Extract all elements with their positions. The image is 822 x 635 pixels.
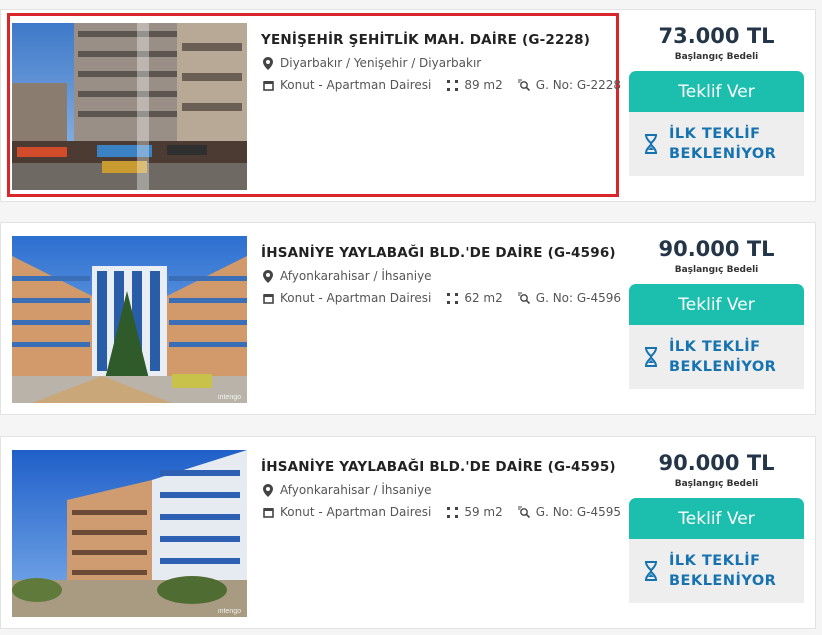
category-text: Konut - Apartman Dairesi	[280, 505, 432, 519]
hourglass-icon	[645, 561, 657, 581]
location-text: Afyonkarahisar / İhsaniye	[280, 483, 432, 497]
status-line1: İLK TEKLİF	[669, 126, 761, 142]
price-value: 90.000 TL	[658, 237, 775, 261]
search-doc-icon	[517, 291, 531, 305]
status-box: İLK TEKLİF BEKLENİYOR	[629, 539, 804, 603]
status-line2: BEKLENİYOR	[669, 146, 777, 162]
status-line1: İLK TEKLİF	[669, 339, 761, 355]
location-pin-icon	[261, 483, 275, 497]
listing-number: G. No: G-2228	[535, 78, 622, 92]
building-icon	[261, 291, 275, 305]
area-text: 62 m2	[464, 291, 503, 305]
status-box: İLK TEKLİF BEKLENİYOR	[629, 112, 804, 176]
hourglass-icon	[645, 134, 657, 154]
bid-button[interactable]: Teklif Ver	[629, 284, 804, 325]
status-box: İLK TEKLİF BEKLENİYOR	[629, 325, 804, 389]
location-row: Afyonkarahisar / İhsaniye	[261, 269, 621, 283]
area-text: 59 m2	[464, 505, 503, 519]
building-icon	[261, 78, 275, 92]
location-text: Diyarbakır / Yenişehir / Diyarbakır	[280, 56, 482, 70]
price-value: 73.000 TL	[658, 24, 775, 48]
listing-photo[interactable]: intengo	[12, 450, 247, 617]
location-row: Diyarbakır / Yenişehir / Diyarbakır	[261, 56, 621, 70]
listing-photo[interactable]: intengo	[12, 236, 247, 403]
listing-title[interactable]: İHSANİYE YAYLABAĞI BLD.'DE DAİRE (G-4596…	[261, 245, 621, 261]
location-text: Afyonkarahisar / İhsaniye	[280, 269, 432, 283]
listing-number: G. No: G-4596	[535, 291, 622, 305]
status-line1: İLK TEKLİF	[669, 553, 761, 569]
price-value: 90.000 TL	[658, 451, 775, 475]
price-label: Başlangıç Bedeli	[674, 52, 759, 62]
bid-button[interactable]: Teklif Ver	[629, 71, 804, 112]
category-text: Konut - Apartman Dairesi	[280, 291, 432, 305]
location-pin-icon	[261, 269, 275, 283]
status-line2: BEKLENİYOR	[669, 573, 777, 589]
building-icon	[261, 505, 275, 519]
details-row: Konut - Apartman Dairesi 62 m2 G. No: G-…	[261, 291, 621, 305]
status-line2: BEKLENİYOR	[669, 359, 777, 375]
details-row: Konut - Apartman Dairesi 89 m2 G. No: G-…	[261, 78, 621, 92]
watermark: intengo	[218, 608, 241, 615]
details-row: Konut - Apartman Dairesi 59 m2 G. No: G-…	[261, 505, 621, 519]
building-photo-1	[12, 23, 247, 190]
listing-title[interactable]: YENİŞEHİR ŞEHİTLİK MAH. DAİRE (G-2228)	[261, 32, 621, 48]
listing-card[interactable]: intengo İHSANİYE YAYLABAĞI BLD.'DE DAİRE…	[0, 436, 816, 629]
hourglass-icon	[645, 347, 657, 367]
listing-card[interactable]: intengo İHSANİYE YAYLABAĞI BLD.'DE DAİRE…	[0, 222, 816, 415]
area-icon	[445, 505, 459, 519]
price-label: Başlangıç Bedeli	[674, 265, 759, 275]
search-doc-icon	[517, 505, 531, 519]
bid-button[interactable]: Teklif Ver	[629, 498, 804, 539]
area-text: 89 m2	[464, 78, 503, 92]
area-icon	[445, 78, 459, 92]
location-row: Afyonkarahisar / İhsaniye	[261, 483, 621, 497]
location-pin-icon	[261, 56, 275, 70]
search-doc-icon	[517, 78, 531, 92]
listing-number: G. No: G-4595	[535, 505, 622, 519]
price-label: Başlangıç Bedeli	[674, 479, 759, 489]
watermark: intengo	[218, 394, 241, 401]
building-photo-3	[12, 450, 247, 617]
area-icon	[445, 291, 459, 305]
listing-title[interactable]: İHSANİYE YAYLABAĞI BLD.'DE DAİRE (G-4595…	[261, 459, 621, 475]
listing-photo[interactable]	[12, 23, 247, 190]
building-photo-2	[12, 236, 247, 403]
listing-card[interactable]: YENİŞEHİR ŞEHİTLİK MAH. DAİRE (G-2228) D…	[0, 9, 816, 202]
category-text: Konut - Apartman Dairesi	[280, 78, 432, 92]
